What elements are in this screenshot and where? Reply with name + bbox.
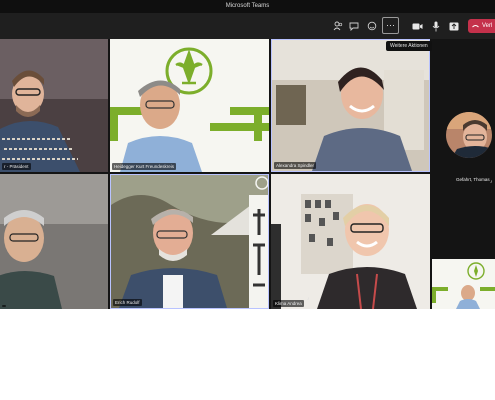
video-tile[interactable]: Erich Rudolf [110,174,269,309]
video-stage: r - Präsident Heidegger Kurt Freundeskre… [0,39,495,309]
participant-name: Klima Andrea [273,300,304,307]
participant-video [271,174,430,309]
video-tile[interactable] [0,174,108,309]
participant-name: Erich Rudolf [113,299,142,306]
microphone-icon[interactable] [428,18,444,34]
empty-area [0,309,495,400]
side-participant[interactable]: Gefahrt, Thomas [442,111,495,191]
participant-name [2,305,6,307]
participant-video [110,39,269,172]
mic-icon: ♪ [307,296,310,302]
hangup-icon [472,25,479,28]
tooltip: Weitere Aktionen [386,41,432,51]
video-tile[interactable]: r - Präsident [0,39,108,172]
title-bar: Microsoft Teams [0,0,495,13]
participant-video [272,40,429,171]
window-title: Microsoft Teams [225,3,270,9]
camera-icon[interactable] [409,18,425,34]
meeting-toolbar: ⋯ Verl [0,13,495,39]
reactions-icon[interactable] [364,18,380,34]
participant-video [0,174,108,309]
more-actions-icon: ⋯ [386,20,395,30]
self-view-tile[interactable] [432,259,495,309]
participant-name: r - Präsident [2,163,31,170]
video-tile[interactable]: Klima Andrea [271,174,430,309]
participant-video [0,39,108,172]
participant-name: Heidegger Kurt Freundeskreis [112,163,177,170]
video-tile[interactable]: Heidegger Kurt Freundeskreis [110,39,269,172]
participant-name: Alexandra Spindler [274,162,317,169]
chat-icon[interactable] [346,18,362,34]
leave-label: Verl [482,23,493,29]
participants-icon[interactable] [330,18,346,34]
participant-video [111,175,268,308]
self-view-video [432,259,495,309]
more-actions-button[interactable]: ⋯ [382,17,399,34]
participant-name: Gefahrt, Thomas [456,177,490,182]
leave-button[interactable]: Verl [468,19,495,33]
share-icon[interactable] [446,18,462,34]
avatar [446,112,492,158]
video-tile[interactable]: Alexandra Spindler [271,39,430,172]
mic-icon: ♪ [490,179,493,185]
